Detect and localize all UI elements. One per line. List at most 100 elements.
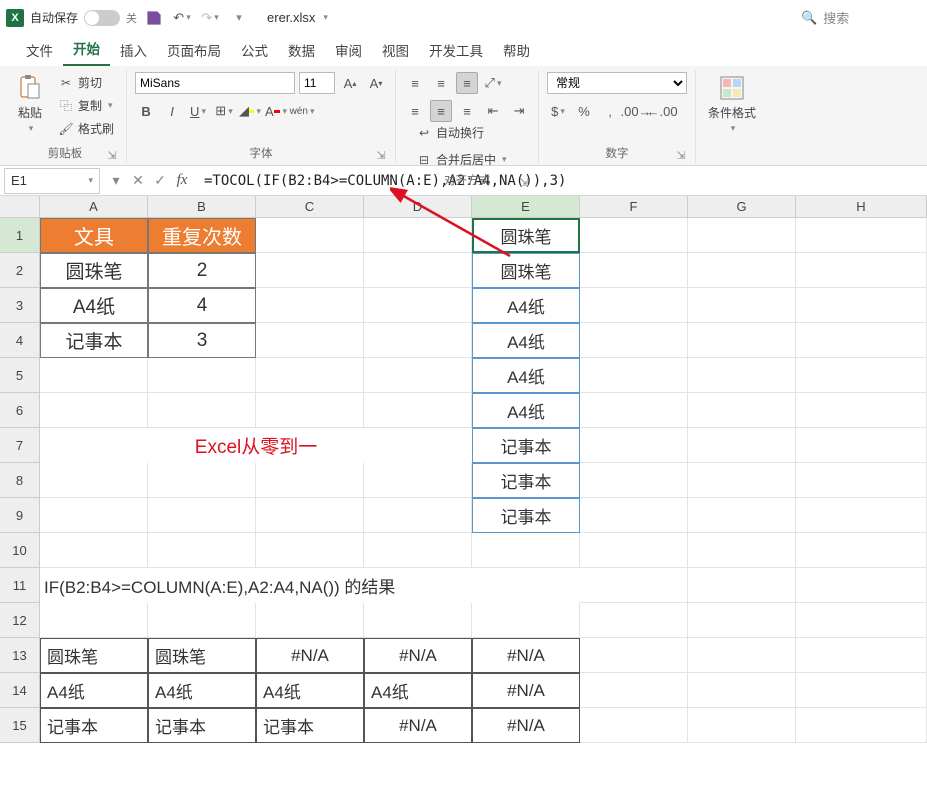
border-button[interactable]: ⊞▾ <box>213 100 235 122</box>
row-header[interactable]: 10 <box>0 533 40 568</box>
row-header[interactable]: 2 <box>0 253 40 288</box>
row-header[interactable]: 8 <box>0 463 40 498</box>
cell-c14[interactable]: A4纸 <box>256 673 364 708</box>
col-header-c[interactable]: C <box>256 196 364 218</box>
row-header[interactable]: 12 <box>0 603 40 638</box>
phonetic-button[interactable]: wén▾ <box>291 100 313 122</box>
cell-b1[interactable]: 重复次数 <box>148 218 256 253</box>
col-header-d[interactable]: D <box>364 196 472 218</box>
align-left-button[interactable]: ≡ <box>404 100 426 122</box>
cell-h1[interactable] <box>796 218 927 253</box>
decrease-indent-button[interactable]: ⇤ <box>482 100 504 122</box>
row-header[interactable]: 15 <box>0 708 40 743</box>
font-color-button[interactable]: A▾ <box>265 100 287 122</box>
cell-a1[interactable]: 文具 <box>40 218 148 253</box>
cell-e9[interactable]: 记事本 <box>472 498 580 533</box>
cell-a2[interactable]: 圆珠笔 <box>40 253 148 288</box>
tab-developer[interactable]: 开发工具 <box>419 34 493 66</box>
alignment-dialog-launcher[interactable]: ⇲ <box>518 176 530 188</box>
tab-home[interactable]: 开始 <box>63 32 110 66</box>
tab-view[interactable]: 视图 <box>372 34 419 66</box>
cell-e13[interactable]: #N/A <box>472 638 580 673</box>
clipboard-dialog-launcher[interactable]: ⇲ <box>106 149 118 161</box>
percent-format-button[interactable]: % <box>573 100 595 122</box>
col-header-e[interactable]: E <box>472 196 580 218</box>
cell-e3[interactable]: A4纸 <box>472 288 580 323</box>
align-middle-button[interactable]: ≡ <box>430 72 452 94</box>
cell-a13[interactable]: 圆珠笔 <box>40 638 148 673</box>
cell-e15[interactable]: #N/A <box>472 708 580 743</box>
cell-c15[interactable]: 记事本 <box>256 708 364 743</box>
fill-color-button[interactable]: ◢▾ <box>239 100 261 122</box>
name-box[interactable]: E1▾ <box>4 168 100 194</box>
cell-e8[interactable]: 记事本 <box>472 463 580 498</box>
increase-font-button[interactable]: A▴ <box>339 72 361 94</box>
conditional-format-button[interactable]: 条件格式▾ <box>704 72 760 136</box>
tab-data[interactable]: 数据 <box>278 34 325 66</box>
cell-a14[interactable]: A4纸 <box>40 673 148 708</box>
cell-g1[interactable] <box>688 218 796 253</box>
cell-a15[interactable]: 记事本 <box>40 708 148 743</box>
increase-decimal-button[interactable]: .00→ <box>625 100 647 122</box>
tab-page-layout[interactable]: 页面布局 <box>157 34 231 66</box>
cell-e5[interactable]: A4纸 <box>472 358 580 393</box>
italic-button[interactable]: I <box>161 100 183 122</box>
tab-review[interactable]: 审阅 <box>325 34 372 66</box>
format-painter-button[interactable]: 🖌格式刷 <box>54 118 118 139</box>
cell-c13[interactable]: #N/A <box>256 638 364 673</box>
tab-file[interactable]: 文件 <box>16 34 63 66</box>
redo-button[interactable]: ↷▾ <box>199 7 221 29</box>
cell-e4[interactable]: A4纸 <box>472 323 580 358</box>
row-header[interactable]: 5 <box>0 358 40 393</box>
insert-function-button[interactable]: fx <box>172 171 192 191</box>
cell-e1[interactable]: 圆珠笔 <box>472 218 580 253</box>
cell-d1[interactable] <box>364 218 472 253</box>
comma-format-button[interactable]: , <box>599 100 621 122</box>
cell-d13[interactable]: #N/A <box>364 638 472 673</box>
cell-b4[interactable]: 3 <box>148 323 256 358</box>
row-header[interactable]: 9 <box>0 498 40 533</box>
col-header-h[interactable]: H <box>796 196 927 218</box>
accounting-format-button[interactable]: $▾ <box>547 100 569 122</box>
col-header-a[interactable]: A <box>40 196 148 218</box>
increase-indent-button[interactable]: ⇥ <box>508 100 530 122</box>
cell-e6[interactable]: A4纸 <box>472 393 580 428</box>
worksheet-grid[interactable]: A B C D E F G H 1 文具 重复次数 圆珠笔 2 圆珠笔 2 圆珠… <box>0 196 927 743</box>
formula-input[interactable]: =TOCOL(IF(B2:B4>=COLUMN(A:E),A2:A4,NA())… <box>198 173 927 189</box>
font-size-select[interactable] <box>299 72 335 94</box>
tab-formulas[interactable]: 公式 <box>231 34 278 66</box>
qat-customize[interactable]: ▾ <box>227 7 249 29</box>
cell-b14[interactable]: A4纸 <box>148 673 256 708</box>
font-name-select[interactable] <box>135 72 295 94</box>
tab-insert[interactable]: 插入 <box>110 34 157 66</box>
select-all-corner[interactable] <box>0 196 40 218</box>
col-header-g[interactable]: G <box>688 196 796 218</box>
watermark-cell[interactable]: Excel从零到一 <box>40 428 472 463</box>
row-header[interactable]: 11 <box>0 568 40 603</box>
row-header[interactable]: 14 <box>0 673 40 708</box>
cell-b13[interactable]: 圆珠笔 <box>148 638 256 673</box>
cell-b2[interactable]: 2 <box>148 253 256 288</box>
undo-button[interactable]: ↶▾ <box>171 7 193 29</box>
align-top-button[interactable]: ≡ <box>404 72 426 94</box>
row-header[interactable]: 3 <box>0 288 40 323</box>
align-bottom-button[interactable]: ≡ <box>456 72 478 94</box>
cell-a4[interactable]: 记事本 <box>40 323 148 358</box>
cell-b15[interactable]: 记事本 <box>148 708 256 743</box>
col-header-f[interactable]: F <box>580 196 688 218</box>
row-header[interactable]: 6 <box>0 393 40 428</box>
underline-button[interactable]: U▾ <box>187 100 209 122</box>
col-header-b[interactable]: B <box>148 196 256 218</box>
row-header[interactable]: 13 <box>0 638 40 673</box>
paste-button[interactable]: 粘贴▾ <box>12 72 48 136</box>
tab-help[interactable]: 帮助 <box>493 34 540 66</box>
decrease-decimal-button[interactable]: ←.00 <box>651 100 673 122</box>
align-right-button[interactable]: ≡ <box>456 100 478 122</box>
decrease-font-button[interactable]: A▾ <box>365 72 387 94</box>
number-dialog-launcher[interactable]: ⇲ <box>675 149 687 161</box>
wrap-text-button[interactable]: ↩自动换行 <box>412 122 488 143</box>
cell-a3[interactable]: A4纸 <box>40 288 148 323</box>
row-header[interactable]: 1 <box>0 218 40 253</box>
merge-center-button[interactable]: ⊟合并后居中▾ <box>412 149 511 170</box>
autosave-toggle[interactable] <box>84 10 120 26</box>
